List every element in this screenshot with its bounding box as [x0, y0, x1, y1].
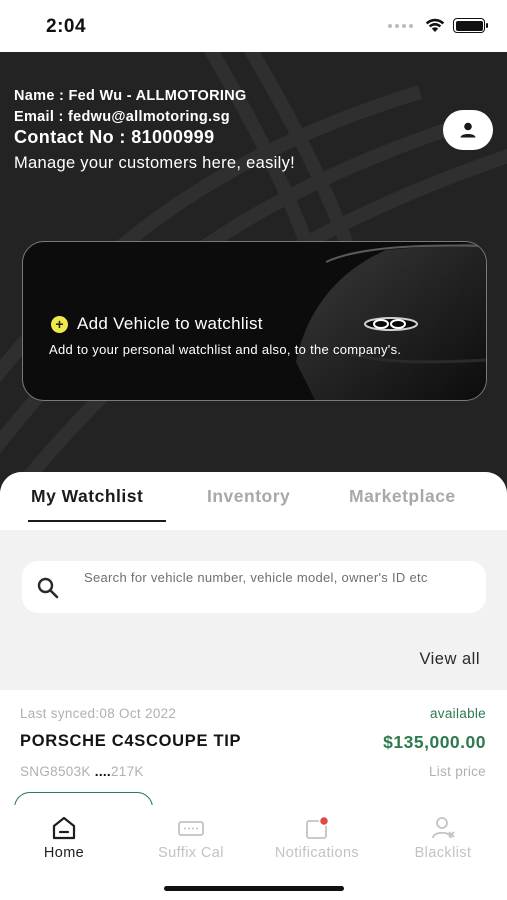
- tab-inventory[interactable]: Inventory: [207, 486, 290, 507]
- search-placeholder: Search for vehicle number, vehicle model…: [84, 570, 428, 585]
- status-bar: 2:04: [0, 0, 507, 52]
- bell-icon: [306, 815, 330, 839]
- profile-contact: Contact No : 81000999: [14, 127, 215, 147]
- calculator-plate-icon: [178, 821, 204, 836]
- status-icons: [388, 18, 488, 33]
- profile-button[interactable]: [443, 110, 493, 150]
- vehicle-plate: SNG8503K: [20, 764, 91, 779]
- vehicle-model: PORSCHE C4SCOUPE TIP: [20, 732, 242, 750]
- nav-notifications[interactable]: Notifications: [262, 815, 372, 861]
- active-tab-indicator: [28, 520, 166, 522]
- add-vehicle-title: Add Vehicle to watchlist: [77, 314, 263, 333]
- nav-home-label: Home: [43, 845, 85, 861]
- profile-info: Name : Fed Wu - ALLMOTORING Email : fedw…: [14, 88, 295, 173]
- battery-icon: [453, 18, 488, 33]
- home-icon: [52, 816, 76, 840]
- nav-blacklist-label: Blacklist: [414, 845, 472, 861]
- wifi-icon: [425, 18, 445, 32]
- nav-suffix-cal[interactable]: Suffix Cal: [136, 815, 246, 861]
- availability-status: available: [430, 706, 486, 721]
- profile-tagline: Manage your customers here, easily!: [14, 154, 296, 172]
- add-vehicle-description: Add to your personal watchlist and also,…: [49, 342, 402, 357]
- user-block-icon: [432, 817, 455, 839]
- person-icon: [460, 122, 476, 138]
- search-input[interactable]: Search for vehicle number, vehicle model…: [22, 561, 486, 613]
- profile-name: Name : Fed Wu - ALLMOTORING: [14, 88, 247, 104]
- price-label: List price: [428, 764, 486, 779]
- add-vehicle-card[interactable]: + Add Vehicle to watchlist Add to your p…: [22, 241, 487, 401]
- search-icon: [37, 577, 59, 599]
- last-synced: Last synced:08 Oct 2022: [20, 706, 177, 721]
- tab-bar: My Watchlist Inventory Marketplace: [0, 472, 507, 530]
- status-time: 2:04: [46, 16, 87, 37]
- tab-my-watchlist[interactable]: My Watchlist: [31, 486, 143, 507]
- vehicle-price: $135,000.00: [383, 732, 486, 752]
- view-all-link[interactable]: View all: [419, 650, 480, 669]
- vehicle-mileage: 217K: [110, 764, 144, 779]
- home-indicator: [164, 886, 344, 891]
- vehicle-plate-mileage: SNG8503K ....217K: [20, 764, 144, 779]
- add-vehicle-row: + Add Vehicle to watchlist: [51, 314, 263, 334]
- vehicle-list-item[interactable]: Last synced:08 Oct 2022 available PORSCH…: [0, 690, 507, 824]
- nav-blacklist[interactable]: Blacklist: [388, 815, 498, 861]
- nav-home[interactable]: Home: [9, 815, 119, 861]
- car-image: [296, 242, 486, 400]
- plus-circle-icon: +: [51, 315, 68, 333]
- tab-marketplace[interactable]: Marketplace: [349, 486, 456, 507]
- profile-hero: Name : Fed Wu - ALLMOTORING Email : fedw…: [0, 52, 507, 502]
- mileage-mask: ....: [94, 764, 111, 779]
- profile-email: Email : fedwu@allmotoring.sg: [14, 109, 230, 125]
- signal-dots-icon: [388, 23, 413, 28]
- nav-suffix-cal-label: Suffix Cal: [158, 845, 224, 861]
- nav-notifications-label: Notifications: [274, 845, 360, 861]
